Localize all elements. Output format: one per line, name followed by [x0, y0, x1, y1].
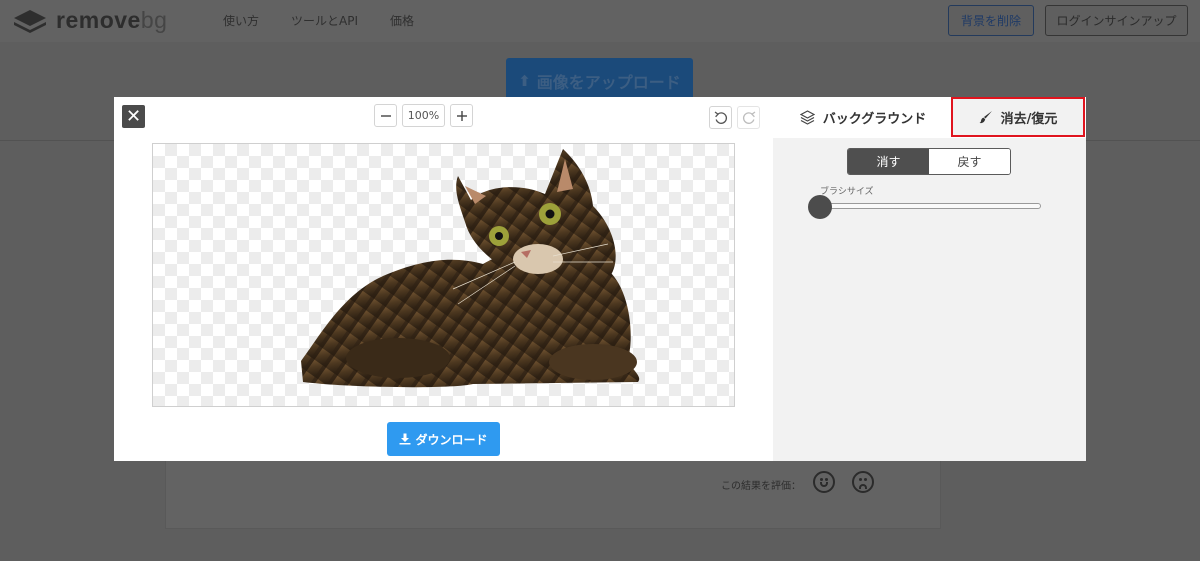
tab-erase-restore[interactable]: 消去/復元 — [951, 97, 1085, 137]
undo-button[interactable] — [709, 106, 732, 129]
zoom-controls: 100% — [374, 104, 473, 127]
tab-background[interactable]: バックグラウンド — [793, 97, 933, 138]
redo-button[interactable] — [737, 106, 760, 129]
zoom-in-button[interactable] — [450, 104, 473, 127]
restore-mode-button[interactable]: 戻す — [929, 149, 1010, 174]
upload-icon: ⬆ — [518, 72, 531, 90]
download-label: ダウンロード — [415, 432, 488, 447]
slider-thumb[interactable] — [808, 195, 832, 219]
undo-icon — [714, 110, 727, 124]
zoom-level: 100% — [402, 104, 445, 127]
upload-label: 画像をアップロード — [536, 73, 681, 92]
layers-icon — [799, 110, 815, 125]
minus-icon — [380, 114, 391, 117]
erase-restore-toggle: 消す 戻す — [847, 148, 1011, 175]
nav-item-how-to[interactable]: 使い方 — [223, 12, 259, 29]
cat-cutout-image — [301, 149, 640, 388]
download-button[interactable]: ダウンロード — [387, 422, 500, 456]
edit-tabs: バックグラウンド 消去/復元 — [773, 97, 1086, 138]
logo-text: remove — [56, 7, 141, 33]
brush-icon — [979, 111, 992, 124]
download-icon — [399, 433, 411, 445]
image-canvas[interactable] — [152, 143, 735, 407]
logo[interactable]: removebg — [12, 7, 167, 34]
rate-result-label: この結果を評価： — [721, 481, 801, 492]
frown-icon[interactable] — [852, 471, 874, 493]
logo-layers-icon — [14, 9, 46, 33]
nav-item-pricing[interactable]: 価格 — [390, 12, 414, 29]
slider-track — [820, 203, 1041, 209]
login-signup-button[interactable]: ログインサインアップ — [1045, 5, 1188, 36]
remove-background-button[interactable]: 背景を削除 — [948, 5, 1034, 36]
close-icon[interactable]: ✕ — [122, 105, 145, 128]
history-controls — [709, 106, 760, 129]
edit-panel: バックグラウンド 消去/復元 消す 戻す ブラシサイズ — [773, 97, 1086, 461]
nav-item-tools-api[interactable]: ツールとAPI — [291, 12, 358, 29]
erase-mode-button[interactable]: 消す — [848, 149, 929, 174]
tab-erase-restore-label: 消去/復元 — [1000, 111, 1058, 127]
plus-icon — [456, 110, 467, 121]
brush-size-slider[interactable] — [808, 195, 1041, 219]
tab-background-label: バックグラウンド — [822, 112, 927, 127]
zoom-out-button[interactable] — [374, 104, 397, 127]
main-nav: 使い方 ツールとAPI 価格 — [223, 12, 414, 29]
site-header: removebg 使い方 ツールとAPI 価格 背景を削除 ログインサインアップ — [0, 0, 1200, 42]
logo-text-suffix: bg — [140, 7, 168, 33]
smile-icon[interactable] — [813, 471, 835, 493]
redo-icon — [742, 110, 755, 124]
editor-modal: ✕ 100% ダウンロード バックグラウンド 消去/復元 消す 戻す ブラシサイ… — [114, 97, 1086, 461]
